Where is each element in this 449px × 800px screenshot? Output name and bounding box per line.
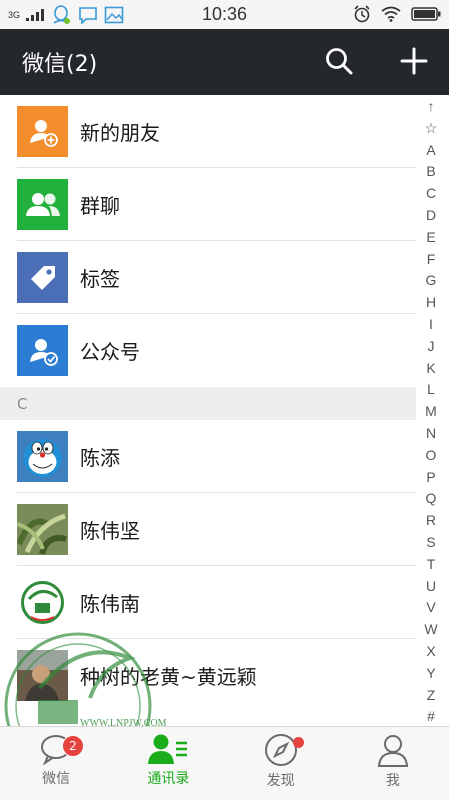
row-label: 公众号 [80,340,140,364]
contact-row[interactable]: 陈添 [0,420,416,493]
official-account-icon [17,325,68,376]
index-letter[interactable]: Z [427,685,436,707]
tags-item[interactable]: 标签 [0,241,416,314]
search-icon[interactable] [324,46,354,76]
alphabet-index[interactable]: ↑ ☆ A B C D E F G H I J K L M N O P Q R S T U V W X Y Z # [417,96,445,728]
contact-list: 新的朋友 群聊 标签 公众号 C 陈添 陈伟坚 陈伟南 种树的老黄~黄远颖 [0,95,416,712]
index-letter[interactable]: I [429,314,433,336]
index-letter[interactable]: R [426,510,436,532]
tab-label: 微信 [42,771,71,787]
index-letter[interactable]: O [426,445,437,467]
tab-me[interactable]: 我 [337,727,449,800]
group-chat-item[interactable]: 群聊 [0,168,416,241]
index-letter[interactable]: Y [426,663,435,685]
tab-label: 发现 [266,773,295,789]
status-bar: 3G 10:36 [0,0,449,29]
status-right [353,5,441,23]
contact-name: 陈伟坚 [80,519,140,543]
index-letter[interactable]: A [426,140,435,162]
index-letter[interactable]: X [426,641,435,663]
section-letter: C [17,394,28,413]
index-letter[interactable]: ☆ [425,118,438,140]
index-letter[interactable]: J [428,336,435,358]
index-letter[interactable]: H [426,292,436,314]
index-letter[interactable]: M [425,401,437,423]
tab-label: 我 [385,773,400,789]
alarm-icon [354,5,370,23]
logo-avatar [17,577,68,628]
tab-chats[interactable]: 微信 2 [0,727,112,800]
bottom-tab-bar: 微信 2 通讯录 发现 我 [0,726,449,800]
index-letter[interactable]: P [426,467,435,489]
notification-dot [292,737,304,748]
plant-avatar [17,504,68,555]
compass-icon [264,734,297,766]
index-letter[interactable]: L [427,379,435,401]
header-actions [324,46,429,76]
contact-row[interactable]: 陈伟坚 [0,493,416,566]
index-letter[interactable]: T [427,554,436,576]
doraemon-avatar [17,431,68,482]
battery-icon [411,7,441,21]
index-letter[interactable]: E [426,227,435,249]
row-label: 标签 [80,267,120,291]
index-letter[interactable]: B [426,161,435,183]
index-letter[interactable]: G [426,270,437,292]
profile-icon [377,735,408,767]
official-accounts-item[interactable]: 公众号 [0,314,416,387]
tab-discover[interactable]: 发现 [225,727,337,800]
app-header: 微信(2) [0,29,449,95]
photo-avatar [17,650,68,701]
index-letter[interactable]: ↑ [428,96,435,118]
index-letter[interactable]: F [427,249,436,271]
index-letter[interactable]: D [426,205,436,227]
page-title: 微信(2) [22,52,98,77]
index-letter[interactable]: # [427,706,435,728]
add-icon[interactable] [399,46,429,76]
index-letter[interactable]: Q [426,488,437,510]
new-friends-item[interactable]: 新的朋友 [0,95,416,168]
tab-label: 通讯录 [147,771,190,787]
wifi-icon [381,6,401,22]
index-letter[interactable]: W [424,619,437,641]
contacts-icon [148,734,188,764]
index-letter[interactable]: S [426,532,435,554]
tag-icon [17,252,68,303]
row-label: 新的朋友 [80,121,160,145]
row-label: 群聊 [80,194,120,218]
index-letter[interactable]: K [426,358,435,380]
unread-badge: 2 [62,735,84,757]
contact-row[interactable]: 陈伟南 [0,566,416,639]
group-chat-icon [17,179,68,230]
contact-name: 种树的老黄~黄远颖 [80,665,257,689]
index-letter[interactable]: U [426,576,436,598]
add-friend-icon [17,106,68,157]
index-letter[interactable]: V [426,597,435,619]
section-header-c: C [0,387,416,420]
contact-row[interactable]: 种树的老黄~黄远颖 [0,639,416,712]
index-letter[interactable]: C [426,183,436,205]
index-letter[interactable]: N [426,423,436,445]
contact-name: 陈添 [80,446,120,470]
tab-contacts[interactable]: 通讯录 [112,727,224,800]
contact-name: 陈伟南 [80,592,140,616]
